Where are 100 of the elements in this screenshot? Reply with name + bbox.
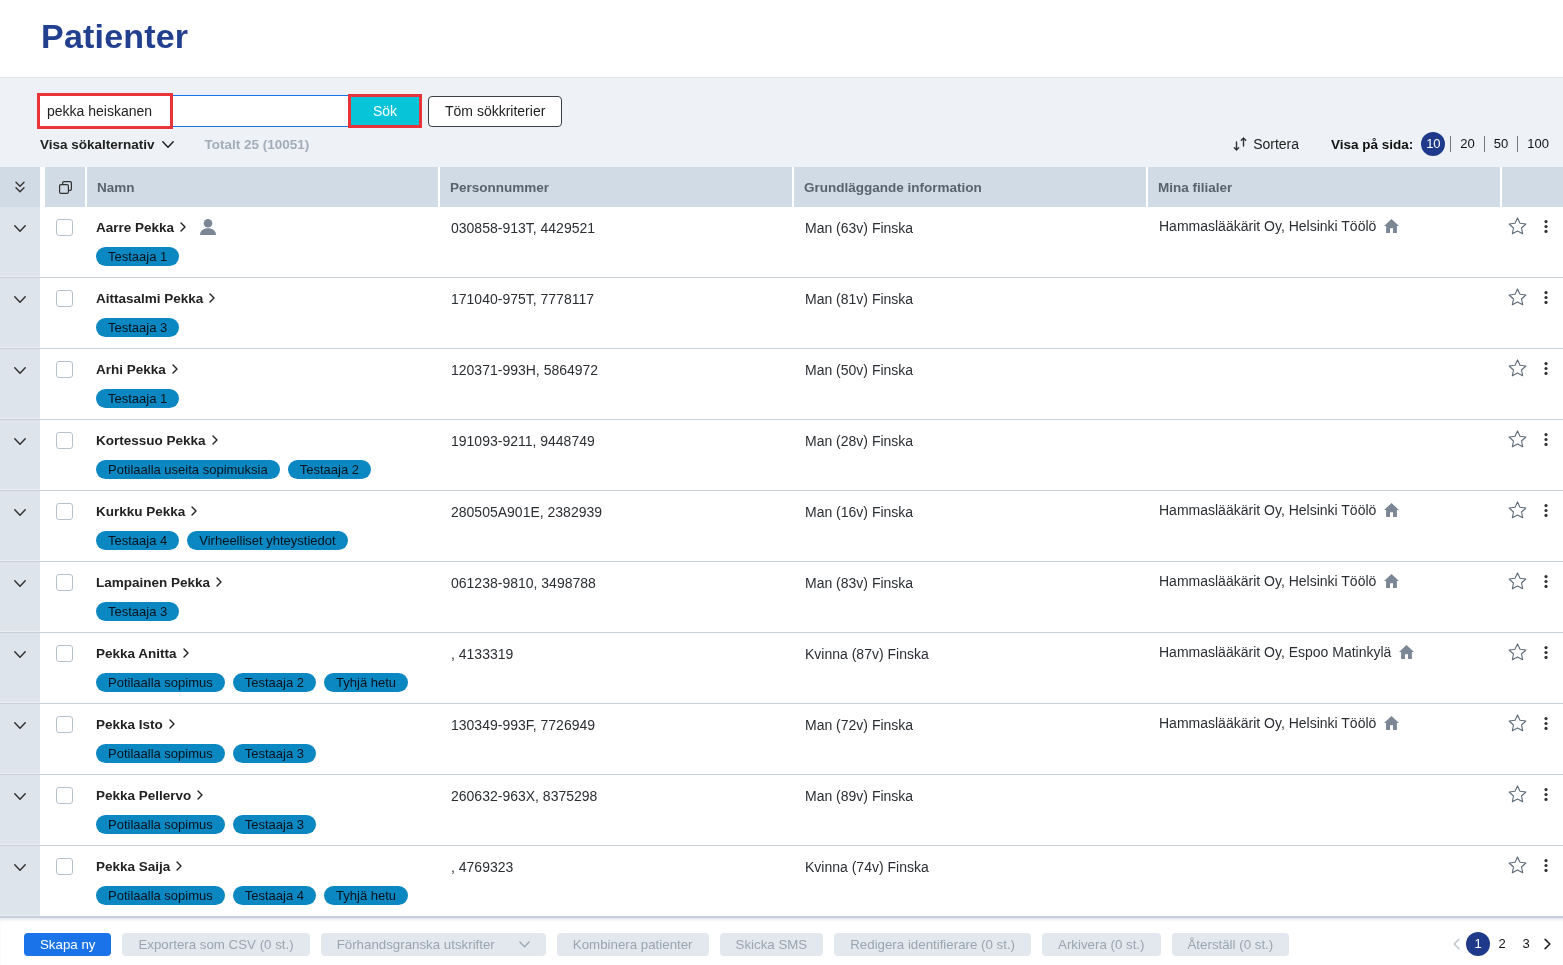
page-size-label: Visa på sida: — [1331, 136, 1414, 152]
chevron-down-icon[interactable] — [14, 864, 26, 871]
patient-tag: Tyhjä hetu — [324, 673, 409, 692]
chevron-down-icon[interactable] — [14, 438, 26, 445]
chevron-down-icon[interactable] — [14, 296, 26, 303]
patient-tag: Testaaja 4 — [96, 531, 180, 550]
star-icon[interactable] — [1508, 288, 1527, 306]
kebab-menu-icon[interactable] — [1544, 788, 1548, 801]
chevron-right-icon — [1544, 938, 1551, 950]
patient-tag: Testaaja 3 — [232, 815, 317, 834]
sort-button[interactable]: Sortera — [1233, 136, 1300, 152]
chevron-left-icon — [1453, 938, 1460, 950]
patient-name-link[interactable]: Pekka Isto — [96, 716, 163, 732]
page-size-option[interactable]: 10 — [1421, 132, 1446, 156]
patient-tag: Potilaalla useita sopimuksia — [96, 460, 280, 479]
patient-info-text: Man (81v) Finska — [805, 291, 914, 307]
row-checkbox[interactable] — [56, 219, 73, 236]
kebab-menu-icon[interactable] — [1544, 291, 1548, 304]
home-icon — [1399, 645, 1415, 659]
branch-text: Hammaslääkärit Oy, Helsinki Töölö — [1159, 217, 1377, 235]
star-icon[interactable] — [1508, 572, 1527, 590]
chevron-right-icon — [209, 293, 216, 303]
page-title: Patienter — [41, 16, 189, 57]
patient-name-link[interactable]: Arhi Pekka — [96, 361, 166, 377]
page-button[interactable]: 1 — [1466, 932, 1490, 956]
personnummer-text: 120371-993H, 5864972 — [451, 362, 599, 378]
star-icon[interactable] — [1508, 359, 1527, 377]
chevron-down-icon[interactable] — [14, 580, 26, 587]
page-size-option[interactable]: 20 — [1450, 136, 1484, 152]
patient-name-link[interactable]: Lampainen Pekka — [96, 574, 211, 590]
branch-text: Hammaslääkärit Oy, Helsinki Töölö — [1159, 714, 1377, 732]
chevron-down-icon[interactable] — [14, 722, 26, 729]
patient-tag: Virheelliset yhteystiedot — [187, 531, 348, 550]
kebab-menu-icon[interactable] — [1544, 575, 1548, 588]
patient-name-link[interactable]: Pekka Saija — [96, 858, 171, 874]
page-button[interactable]: 3 — [1514, 932, 1538, 956]
chevron-down-icon[interactable] — [14, 509, 26, 516]
personnummer-text: 280505A901E, 2382939 — [451, 504, 603, 520]
star-icon[interactable] — [1508, 217, 1527, 235]
primary-action-button[interactable]: Skapa ny — [24, 932, 112, 956]
chevron-down-icon[interactable] — [14, 651, 26, 658]
home-icon — [1384, 574, 1400, 588]
row-checkbox[interactable] — [56, 716, 73, 733]
kebab-menu-icon[interactable] — [1544, 220, 1548, 233]
chevron-right-icon — [211, 435, 218, 445]
search-field[interactable]: pekka heiskanen — [37, 95, 348, 127]
patient-tag: Testaaja 2 — [287, 460, 371, 479]
patient-name-link[interactable]: Aarre Pekka — [96, 219, 175, 235]
double-chevron-down-icon[interactable] — [15, 181, 25, 193]
patient-tag: Potilaalla sopimus — [96, 886, 225, 905]
kebab-menu-icon[interactable] — [1544, 433, 1548, 446]
patient-name-link[interactable]: Kortessuo Pekka — [96, 432, 206, 448]
row-checkbox[interactable] — [56, 858, 73, 875]
search-options-toggle[interactable]: Visa sökalternativ — [40, 136, 174, 152]
patient-info-text: Kvinna (74v) Finska — [805, 859, 929, 875]
patient-tag: Potilaalla sopimus — [96, 815, 225, 834]
row-checkbox[interactable] — [56, 290, 73, 307]
patient-name-link[interactable]: Aittasalmi Pekka — [96, 290, 204, 306]
row-checkbox[interactable] — [56, 361, 73, 378]
star-icon[interactable] — [1508, 643, 1527, 661]
star-icon[interactable] — [1508, 856, 1527, 874]
row-checkbox[interactable] — [56, 645, 73, 662]
row-checkbox[interactable] — [56, 787, 73, 804]
patient-name-link[interactable]: Pekka Pellervo — [96, 787, 192, 803]
patient-info-text: Man (89v) Finska — [805, 788, 914, 804]
star-icon[interactable] — [1508, 714, 1527, 732]
copy-icon[interactable] — [58, 180, 72, 194]
chevron-right-icon — [180, 222, 187, 232]
page-button[interactable]: 2 — [1490, 932, 1514, 956]
chevron-down-icon[interactable] — [14, 367, 26, 374]
patient-name-link[interactable]: Kurkku Pekka — [96, 503, 186, 519]
personnummer-text: , 4769323 — [451, 859, 514, 875]
patient-tag: Testaaja 3 — [96, 318, 180, 337]
row-checkbox[interactable] — [56, 432, 73, 449]
chevron-down-icon[interactable] — [14, 793, 26, 800]
sort-icon — [1233, 137, 1248, 151]
page-size-option[interactable]: 50 — [1483, 136, 1518, 152]
clear-search-button[interactable]: Töm sökkriterier — [428, 95, 563, 127]
kebab-menu-icon[interactable] — [1544, 717, 1548, 730]
kebab-menu-icon[interactable] — [1544, 646, 1548, 659]
branch-text: Hammaslääkärit Oy, Helsinki Töölö — [1159, 501, 1377, 519]
patient-info-text: Man (28v) Finska — [805, 433, 914, 449]
star-icon[interactable] — [1508, 785, 1527, 803]
kebab-menu-icon[interactable] — [1544, 859, 1548, 872]
patient-tag: Testaaja 3 — [232, 744, 317, 763]
patient-tag: Testaaja 1 — [96, 389, 180, 408]
chevron-right-icon — [171, 364, 178, 374]
row-checkbox[interactable] — [56, 574, 73, 591]
star-icon[interactable] — [1508, 430, 1527, 448]
kebab-menu-icon[interactable] — [1544, 362, 1548, 375]
patient-info-text: Man (72v) Finska — [805, 717, 914, 733]
home-icon — [1384, 219, 1400, 233]
page-size-option[interactable]: 100 — [1517, 136, 1549, 152]
chevron-down-icon[interactable] — [14, 225, 26, 232]
patient-name-link[interactable]: Pekka Anitta — [96, 645, 177, 661]
personnummer-text: 130349-993F, 7726949 — [451, 717, 596, 733]
star-icon[interactable] — [1508, 501, 1527, 519]
kebab-menu-icon[interactable] — [1544, 504, 1548, 517]
row-checkbox[interactable] — [56, 503, 73, 520]
patient-tag: Tyhjä hetu — [324, 886, 409, 905]
